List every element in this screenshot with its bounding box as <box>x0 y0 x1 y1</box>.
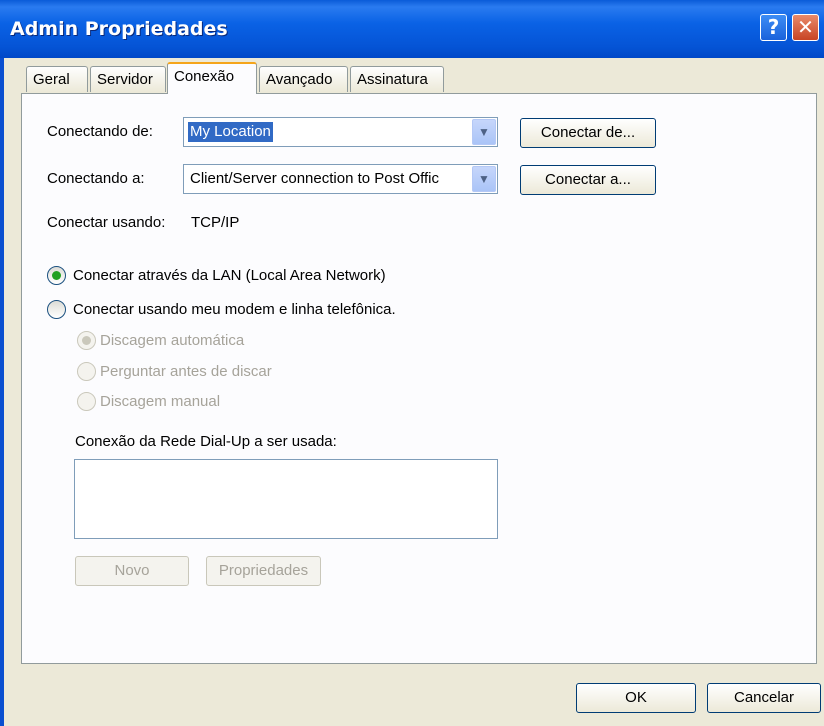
from-combo[interactable]: My Location ▼ <box>183 117 498 147</box>
dialup-listbox[interactable] <box>74 459 498 539</box>
manual-dial-label[interactable]: Discagem manual <box>100 393 220 410</box>
tab-assinatura[interactable]: Assinatura <box>350 66 444 92</box>
chevron-down-icon[interactable]: ▼ <box>472 166 496 192</box>
ok-button[interactable]: OK <box>576 683 696 713</box>
to-combo-value: Client/Server connection to Post Offic <box>190 170 440 187</box>
title-bar[interactable]: Admin Propriedades ? ✕ <box>0 0 824 58</box>
auto-dial-radio[interactable] <box>77 331 96 350</box>
to-combo[interactable]: Client/Server connection to Post Offic ▼ <box>183 164 498 194</box>
tab-conexao[interactable]: Conexão <box>167 62 257 94</box>
lan-radio[interactable] <box>47 266 66 285</box>
close-button[interactable]: ✕ <box>792 14 819 41</box>
using-label: Conectar usando: <box>47 214 166 231</box>
using-value: TCP/IP <box>191 214 240 231</box>
modem-radio-label[interactable]: Conectar usando meu modem e linha telefô… <box>73 301 396 318</box>
to-label: Conectando a: <box>47 170 145 187</box>
connect-from-button[interactable]: Conectar de... <box>520 118 656 148</box>
window-frame <box>0 58 4 726</box>
modem-radio[interactable] <box>47 300 66 319</box>
help-button[interactable]: ? <box>760 14 787 41</box>
radio-dot <box>82 336 91 345</box>
properties-button[interactable]: Propriedades <box>206 556 321 586</box>
close-icon: ✕ <box>797 15 814 39</box>
tab-servidor[interactable]: Servidor <box>90 66 166 92</box>
radio-dot <box>52 271 61 280</box>
new-button[interactable]: Novo <box>75 556 189 586</box>
tab-avancado[interactable]: Avançado <box>259 66 348 92</box>
window-title: Admin Propriedades <box>10 18 228 40</box>
help-icon: ? <box>767 15 780 39</box>
tab-geral[interactable]: Geral <box>26 66 88 92</box>
lan-radio-label[interactable]: Conectar através da LAN (Local Area Netw… <box>73 267 386 284</box>
dialup-label: Conexão da Rede Dial-Up a ser usada: <box>75 433 337 450</box>
chevron-down-icon[interactable]: ▼ <box>472 119 496 145</box>
connect-to-button[interactable]: Conectar a... <box>520 165 656 195</box>
ask-before-dial-label[interactable]: Perguntar antes de discar <box>100 363 272 380</box>
auto-dial-label[interactable]: Discagem automática <box>100 332 244 349</box>
manual-dial-radio[interactable] <box>77 392 96 411</box>
cancel-button[interactable]: Cancelar <box>707 683 821 713</box>
from-label: Conectando de: <box>47 123 153 140</box>
ask-before-dial-radio[interactable] <box>77 362 96 381</box>
from-combo-value: My Location <box>188 122 273 142</box>
